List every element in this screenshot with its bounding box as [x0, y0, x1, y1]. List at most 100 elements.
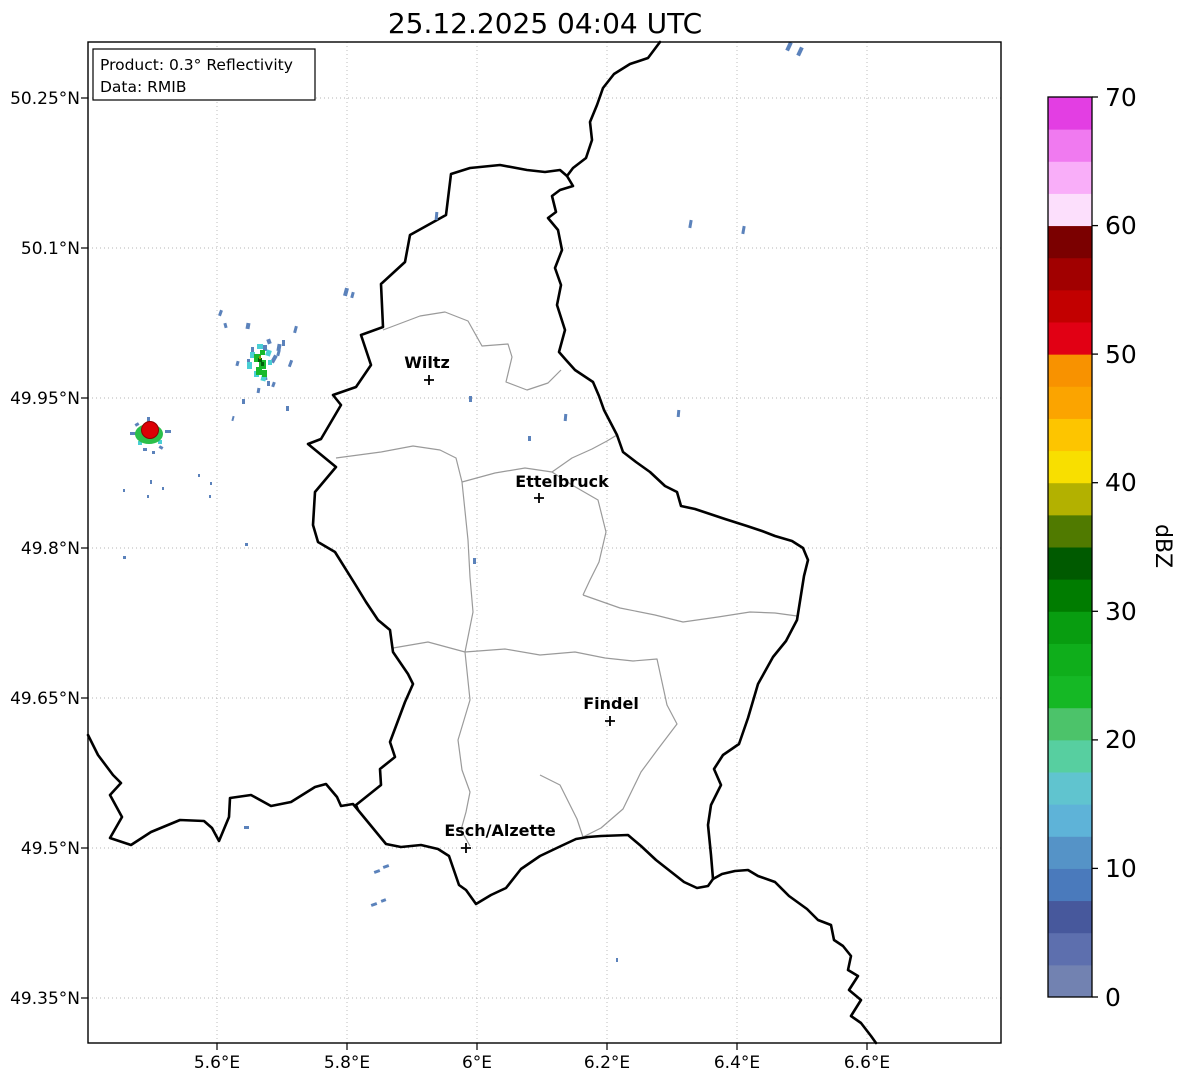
cbar-tick: 70	[1105, 83, 1137, 112]
cbar-tick: 20	[1105, 725, 1137, 754]
colorbar-segment	[1048, 707, 1092, 741]
colorbar-segment	[1048, 129, 1092, 162]
radar-echo-cell	[165, 430, 171, 433]
radar-echo-cell	[150, 480, 152, 484]
colorbar-segment	[1048, 450, 1092, 484]
radar-echo-cell	[242, 399, 245, 404]
colorbar-segment	[1048, 964, 1092, 998]
cbar-tick: 50	[1105, 340, 1137, 369]
y-tick: 49.5°N	[21, 839, 80, 859]
colorbar-segment	[1048, 675, 1092, 709]
radar-echo-cell	[286, 406, 289, 411]
radar-echo-cell	[198, 474, 200, 477]
radar-echo-cell	[282, 340, 285, 346]
radar-echo-cell	[469, 396, 472, 402]
plot-background	[88, 42, 1001, 1043]
city-label: Wiltz	[404, 353, 450, 372]
cbar-tick: 30	[1105, 597, 1137, 626]
colorbar-segment	[1048, 579, 1092, 612]
radar-echo-cell	[247, 362, 252, 369]
radar-figure: 25.12.2025 04:04 UTC Wiltz Ettelbruck Find…	[0, 0, 1184, 1081]
city-label: Esch/Alzette	[444, 821, 556, 840]
colorbar-segment	[1048, 354, 1092, 387]
x-tick: 6.2°E	[584, 1053, 630, 1073]
colorbar-segment	[1048, 97, 1092, 130]
colorbar-segment	[1048, 193, 1092, 227]
radar-echo-cell	[563, 413, 568, 422]
colorbar-segment	[1048, 900, 1092, 934]
y-axis-labels: 50.25°N 50.1°N 49.95°N 49.8°N 49.65°N 49…	[10, 89, 80, 1009]
colorbar-segment	[1048, 836, 1092, 869]
radar-echo-cell	[261, 362, 264, 366]
colorbar-segment	[1048, 547, 1092, 580]
colorbar-segment	[1048, 932, 1092, 966]
radar-echo-cell	[210, 482, 212, 485]
radar-echo-cell	[123, 489, 125, 492]
radar-echo-cell	[257, 344, 263, 349]
colorbar-segment	[1048, 482, 1092, 516]
x-tick: 5.6°E	[194, 1053, 240, 1073]
radar-echo-cell	[143, 448, 147, 451]
y-tick: 49.95°N	[10, 389, 80, 409]
y-tick: 49.35°N	[10, 989, 80, 1009]
colorbar-segment	[1048, 257, 1092, 291]
figure-title: 25.12.2025 04:04 UTC	[388, 7, 702, 40]
x-tick: 6°E	[462, 1053, 492, 1073]
colorbar-segment	[1048, 514, 1092, 548]
radar-echo-cell	[209, 495, 211, 498]
radar-echo-cell	[147, 495, 149, 498]
colorbar-segment	[1048, 289, 1092, 323]
radar-echo-cell	[251, 347, 254, 352]
colorbar-segment	[1048, 386, 1092, 419]
figure-canvas: 25.12.2025 04:04 UTC Wiltz Ettelbruck Find…	[10, 7, 1175, 1073]
radar-echo-cell	[676, 409, 681, 418]
colorbar-segment	[1048, 772, 1092, 805]
radar-echo-cell	[245, 543, 248, 546]
radar-echo-cell	[152, 451, 155, 454]
colorbar-segment	[1048, 418, 1092, 452]
y-tick: 49.65°N	[10, 689, 80, 709]
colorbar-tick-marks	[1092, 96, 1098, 998]
colorbar-segment	[1048, 868, 1092, 902]
y-tick: 49.8°N	[21, 539, 80, 559]
product-info-box: Product: 0.3° Reflectivity Data: RMIB	[92, 48, 316, 101]
colorbar-segment	[1048, 225, 1092, 259]
product-line: Product: 0.3° Reflectivity	[100, 56, 293, 74]
cbar-tick: 60	[1105, 211, 1137, 240]
colorbar: 70 60 50 40 30 20 10 0 dBZ	[1047, 83, 1175, 1012]
x-axis-labels: 5.6°E 5.8°E 6°E 6.2°E 6.4°E 6.6°E	[194, 1053, 890, 1073]
colorbar-segment	[1048, 322, 1092, 355]
radar-echo-cell	[256, 367, 262, 375]
colorbar-segment	[1048, 804, 1092, 837]
x-tick: 6.4°E	[714, 1053, 760, 1073]
radar-echo-cell	[267, 381, 270, 386]
city-label: Findel	[583, 694, 639, 713]
radar-echo-cell	[616, 958, 618, 962]
x-tick: 6.6°E	[844, 1053, 890, 1073]
radar-echo-cell	[259, 356, 261, 359]
cbar-tick: 10	[1105, 854, 1137, 883]
y-tick: 50.25°N	[10, 89, 80, 109]
city-label: Ettelbruck	[515, 472, 609, 491]
x-tick: 5.8°E	[324, 1053, 370, 1073]
radar-echo-cell	[268, 360, 272, 365]
cbar-tick: 0	[1105, 983, 1121, 1012]
data-source-line: Data: RMIB	[100, 78, 187, 96]
radar-echo-cell	[473, 558, 476, 564]
colorbar-segment	[1048, 643, 1092, 677]
radar-echo-cell	[162, 487, 164, 490]
colorbar-segment	[1048, 611, 1092, 644]
radar-echo-cell	[262, 370, 267, 377]
y-tick: 50.1°N	[21, 239, 80, 259]
radar-echo-cell	[260, 350, 265, 355]
radar-echo-cell	[123, 556, 126, 559]
colorbar-tick-labels: 70 60 50 40 30 20 10 0	[1105, 83, 1137, 1012]
cbar-tick: 40	[1105, 468, 1137, 497]
colorbar-segment	[1048, 161, 1092, 194]
radar-echo-cell	[528, 436, 531, 441]
colorbar-segments	[1048, 97, 1092, 998]
colorbar-unit-label: dBZ	[1150, 524, 1175, 568]
radar-echo-core	[141, 421, 159, 439]
colorbar-segment	[1048, 739, 1092, 773]
radar-echo-cell	[244, 826, 249, 829]
